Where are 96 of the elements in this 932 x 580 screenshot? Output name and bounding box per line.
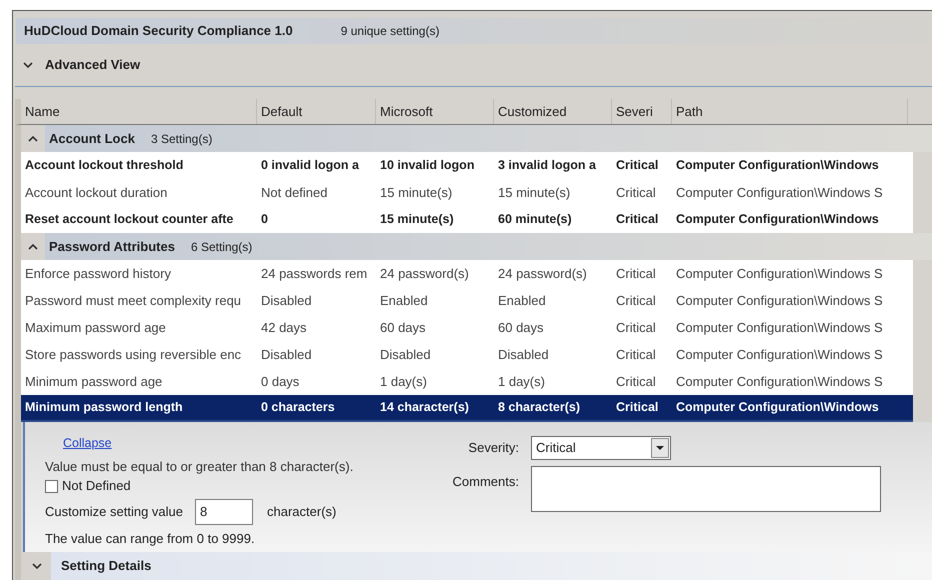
table-cell-text: Disabled — [379, 346, 432, 364]
group-count: 6 Setting(s) — [190, 238, 252, 256]
group-count: 3 Setting(s) — [150, 130, 212, 148]
table-cell-text: Computer Configuration\Windows S — [675, 346, 884, 364]
table-row[interactable]: Account lockout threshold 0 invalid logon a 10 invalid logon 3 invalid logon a Critical Computer Configuration\Windows — [21, 152, 913, 179]
table-row[interactable]: Maximum password age 42 days 60 days 60 days Critical Computer Configuration\Windows S — [21, 314, 913, 341]
table-cell-text: Critical — [615, 292, 657, 310]
table-row[interactable]: Reset account lockout counter afte 0 15 minute(s) 60 minute(s) Critical Computer Configuration\Windows — [21, 206, 913, 233]
table-row[interactable]: Password must meet complexity requ Disabled Enabled Enabled Critical Computer Configuration\Windows S — [21, 287, 913, 314]
table-cell-text: 15 minute(s) — [379, 184, 454, 202]
table-cell-text: Critical — [615, 399, 660, 416]
column-header[interactable]: Severi — [612, 99, 672, 124]
table-cell-text: Critical — [615, 264, 657, 283]
table-cell-text: Critical — [615, 211, 660, 228]
section-title: Advanced View — [45, 56, 140, 74]
table-cell-text: Minimum password length — [24, 399, 184, 416]
table-cell-text: 3 invalid logon a — [497, 157, 597, 174]
chevron-icon[interactable] — [23, 62, 33, 68]
table-cell-text: Critical — [615, 346, 657, 364]
table-cell-text: Disabled — [260, 346, 313, 364]
table-cell-text: Computer Configuration\Windows S — [675, 318, 884, 337]
table-cell-text: Store passwords using reversible enc — [24, 346, 242, 364]
group-title: Account Lock — [49, 130, 135, 148]
table-cell-text: 24 password(s) — [379, 264, 470, 283]
table-cell-text: Password must meet complexity requ — [24, 292, 242, 310]
table-cell-text: 10 invalid logon — [379, 157, 476, 174]
field-label: Customize setting value — [45, 503, 184, 521]
collapse-link[interactable]: Collapse — [63, 434, 112, 453]
window-title: HuDCloud Domain Security Compliance 1.0 — [24, 22, 293, 40]
table-cell-text: Computer Configuration\Windows — [675, 399, 880, 416]
table-cell-text: 60 days — [379, 318, 427, 337]
table-cell-text: Enabled — [379, 292, 429, 310]
table-cell-text: Critical — [615, 372, 657, 391]
section-bar[interactable]: Setting Details — [23, 552, 932, 580]
table-cell-text: Enabled — [497, 292, 547, 310]
field-label: Comments: — [452, 473, 519, 491]
table-cell-text: 0 characters — [260, 399, 336, 416]
table-cell-text: Account lockout threshold — [24, 157, 184, 174]
column-header[interactable]: Microsoft — [376, 99, 494, 124]
checkbox-label: Not Defined — [62, 477, 131, 496]
table-cell-text: 0 invalid logon a — [260, 157, 360, 174]
column-header[interactable]: Customized — [494, 99, 612, 124]
table-cell-text: 14 character(s) — [379, 399, 470, 416]
table-cell-text: Not defined — [260, 184, 328, 202]
comments-field[interactable] — [531, 466, 881, 512]
table-cell-text: 1 day(s) — [379, 372, 428, 391]
input-field[interactable]: 8 — [195, 498, 254, 525]
table-cell-text: 15 minute(s) — [497, 184, 572, 202]
table-cell-text: Computer Configuration\Windows S — [675, 372, 884, 391]
table-cell-text: 1 day(s) — [497, 372, 546, 391]
table-cell-text: Computer Configuration\Windows — [675, 157, 880, 174]
column-header[interactable]: Name — [21, 99, 257, 124]
unit-label: character(s) — [267, 503, 336, 521]
table-row[interactable]: Account lockout duration Not defined 15 minute(s) 15 minute(s) Critical Computer Configuration\Windows S — [21, 179, 913, 206]
table-cell-text: Minimum password age — [24, 372, 164, 391]
table-row[interactable]: Minimum password length 0 characters 14 character(s) 8 character(s) Critical Computer Configuration\Windows — [21, 395, 913, 422]
table-cell-text: Computer Configuration\Windows S — [675, 184, 884, 202]
table-cell-text: Computer Configuration\Windows S — [675, 264, 884, 283]
rule-text: Value must be equal to or greater than 8 character(s). — [45, 458, 354, 476]
table-cell-text: Computer Configuration\Windows — [675, 211, 880, 228]
table-cell-text: Reset account lockout counter afte — [24, 211, 234, 228]
table-cell-text: 24 password(s) — [497, 264, 588, 283]
table-cell-text: 42 days — [260, 318, 308, 337]
table-cell-text: 60 days — [497, 318, 545, 337]
chevron-icon[interactable] — [32, 562, 42, 570]
column-header[interactable]: Path — [672, 99, 908, 124]
group-title: Password Attributes — [49, 238, 175, 256]
table-cell-text: Enforce password history — [24, 264, 172, 283]
checkbox[interactable] — [45, 480, 58, 492]
table-cell-text: 24 passwords rem — [260, 264, 368, 283]
range-note: The value can range from 0 to 9999. — [45, 530, 256, 548]
table-cell-text: 15 minute(s) — [379, 211, 455, 228]
table-cell-text: 60 minute(s) — [497, 211, 573, 228]
table-cell-text: Disabled — [497, 346, 550, 364]
table-cell-text: Account lockout duration — [24, 184, 168, 202]
table-cell-text: Critical — [615, 157, 660, 174]
chevron-icon[interactable] — [28, 135, 38, 142]
table-cell-text: 8 character(s) — [497, 399, 581, 416]
column-header[interactable]: Default — [257, 99, 376, 124]
table-row[interactable]: Store passwords using reversible enc Disabled Disabled Disabled Critical Computer Configuration\Windows S — [21, 341, 913, 368]
group-header[interactable]: Account Lock 3 Setting(s) — [21, 125, 932, 152]
table-cell-text: Disabled — [260, 292, 313, 310]
table-cell-text: Critical — [615, 184, 657, 202]
table-cell-text: Computer Configuration\Windows S — [675, 292, 884, 310]
chevron-icon[interactable] — [28, 243, 38, 250]
table-row[interactable]: Enforce password history 24 passwords rem 24 password(s) 24 password(s) Critical Computer Configuration\Windows S — [21, 260, 913, 287]
severity-dropdown[interactable]: Critical — [531, 436, 671, 460]
table-row[interactable]: Minimum password age 0 days 1 day(s) 1 day(s) Critical Computer Configuration\Windows S — [21, 368, 913, 395]
table-cell-text: 0 days — [260, 372, 300, 391]
group-header[interactable]: Password Attributes 6 Setting(s) — [21, 233, 932, 260]
setting-count: 9 unique setting(s) — [340, 23, 440, 40]
table-cell-text: Critical — [615, 318, 657, 337]
table-cell-text: Maximum password age — [24, 318, 167, 337]
section-title: Setting Details — [61, 557, 152, 576]
table-cell-text: 0 — [260, 211, 269, 228]
field-label: Severity: — [467, 439, 519, 458]
